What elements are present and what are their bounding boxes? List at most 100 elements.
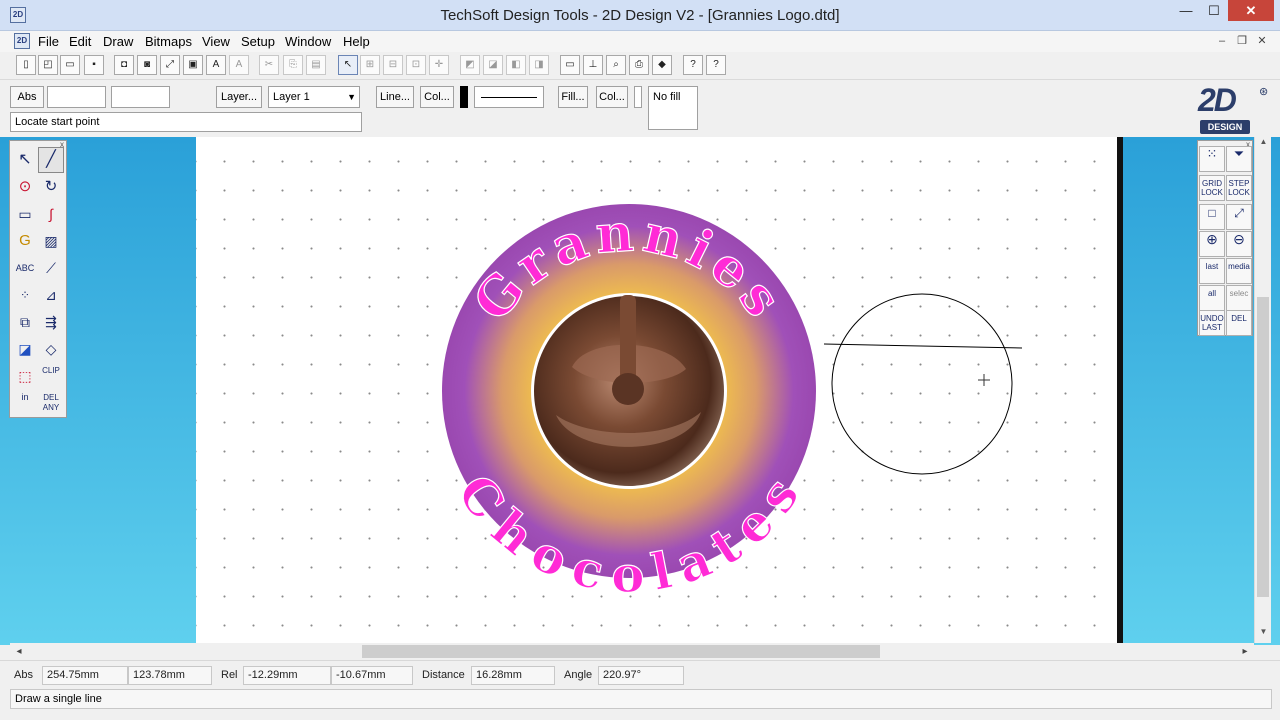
copy-transform-icon[interactable]: ⧉	[12, 309, 38, 335]
menu-bitmaps[interactable]: Bitmaps	[145, 34, 192, 49]
window-fit-icon[interactable]: ◘	[114, 55, 134, 75]
hatch-tool-icon[interactable]: ▨	[38, 228, 64, 254]
export-icon[interactable]: ◆	[652, 55, 672, 75]
scroll-down-icon[interactable]: ▼	[1255, 627, 1272, 641]
scroll-right-icon[interactable]: ▸	[1238, 643, 1252, 660]
document-restore-button[interactable]: ❐	[1233, 34, 1251, 50]
delete-any-button[interactable]: DEL ANY	[38, 390, 64, 416]
context-help-icon[interactable]: ?	[683, 55, 703, 75]
x-coordinate-input[interactable]	[47, 86, 106, 108]
line-colour-button[interactable]: Col...	[420, 86, 454, 108]
menu-setup[interactable]: Setup	[241, 34, 275, 49]
bring-front-icon[interactable]: ◩	[460, 55, 480, 75]
send-back-icon[interactable]: ◪	[483, 55, 503, 75]
drawn-line[interactable]	[823, 343, 1023, 349]
clip-tool-icon[interactable]: CLIP	[38, 363, 64, 389]
line-tool-icon[interactable]: ╱	[38, 147, 64, 173]
backward-icon[interactable]: ◨	[529, 55, 549, 75]
scale-icon[interactable]: ⤢	[160, 55, 180, 75]
open-folder-icon[interactable]: ▭	[60, 55, 80, 75]
last-view-button[interactable]: last	[1199, 258, 1225, 284]
group-icon[interactable]: ⊞	[360, 55, 380, 75]
paste-icon[interactable]: ▤	[306, 55, 326, 75]
print-icon[interactable]: ⎙	[629, 55, 649, 75]
help-icon[interactable]: ?	[706, 55, 726, 75]
fill-tool-icon[interactable]: ◪	[12, 336, 38, 362]
text-edit-icon[interactable]: A	[229, 55, 249, 75]
distribute-icon[interactable]: ✛	[429, 55, 449, 75]
line-type-select[interactable]	[474, 86, 544, 108]
menu-window[interactable]: Window	[285, 34, 331, 49]
copy-icon[interactable]: ⎘	[283, 55, 303, 75]
layer-button[interactable]: Layer...	[216, 86, 262, 108]
scroll-left-icon[interactable]: ◂	[12, 643, 26, 660]
offset-tool-icon[interactable]: G	[12, 228, 38, 254]
zoom-out-icon[interactable]: ⊖	[1226, 231, 1252, 257]
menu-file[interactable]: File	[38, 34, 59, 49]
view-extents-icon[interactable]: ▣	[183, 55, 203, 75]
maximize-button[interactable]: ☐	[1200, 0, 1228, 21]
polygon-tool-icon[interactable]: ⊿	[38, 282, 64, 308]
selection-button[interactable]: selec	[1226, 285, 1252, 311]
points-tool-icon[interactable]: ⁘	[12, 282, 38, 308]
horizontal-scroll-thumb[interactable]	[362, 645, 880, 658]
undo-last-button[interactable]: UNDO LAST	[1199, 310, 1225, 336]
rectangle-tool-icon[interactable]: ▭	[12, 201, 38, 227]
open-file-icon[interactable]: ◰	[38, 55, 58, 75]
view-all-icon[interactable]: □	[1199, 204, 1225, 230]
line-colour-swatch[interactable]	[460, 86, 468, 108]
grid-dots-icon[interactable]: ⁙	[1199, 146, 1225, 172]
select-mode-icon[interactable]: ↖	[338, 55, 358, 75]
delete-button[interactable]: DEL	[1226, 310, 1252, 336]
step-lock-button[interactable]: STEP LOCK	[1226, 175, 1252, 201]
fill-colour-button[interactable]: Col...	[596, 86, 628, 108]
axes-icon[interactable]: ⊥	[583, 55, 603, 75]
menu-help[interactable]: Help	[343, 34, 370, 49]
new-file-icon[interactable]: ▯	[16, 55, 36, 75]
fill-button[interactable]: Fill...	[558, 86, 588, 108]
eraser-tool-icon[interactable]: ◇	[38, 336, 64, 362]
vertical-scrollbar[interactable]: ▲ ▼	[1254, 137, 1271, 643]
array-tool-icon[interactable]: ⇶	[38, 309, 64, 335]
sheet-icon[interactable]: ▭	[560, 55, 580, 75]
zoom-in-icon[interactable]: ⊕	[1199, 231, 1225, 257]
measure-icon[interactable]: ⌕	[606, 55, 626, 75]
y-coordinate-input[interactable]	[111, 86, 170, 108]
brand-info-icon[interactable]: ⊛	[1259, 85, 1268, 98]
drawn-circle[interactable]	[831, 293, 1013, 475]
minimize-button[interactable]: —	[1172, 0, 1200, 21]
media-view-button[interactable]: media	[1226, 258, 1252, 284]
abs-toggle-button[interactable]: Abs	[10, 86, 44, 108]
select-all-button[interactable]: all	[1199, 285, 1225, 311]
document-icon[interactable]: 2D	[14, 33, 30, 49]
arc-tool-icon[interactable]: ↻	[38, 174, 64, 200]
horizontal-scrollbar[interactable]: ◂ ▸	[10, 643, 1254, 660]
select-arrow-icon[interactable]: ↖	[12, 147, 38, 173]
funnel-icon[interactable]: ⏷	[1226, 146, 1252, 172]
fill-pattern-box[interactable]: No fill	[648, 86, 698, 130]
layer-select[interactable]: Layer 1 ▼	[268, 86, 360, 108]
zoom-window-icon[interactable]: ⤢	[1226, 204, 1252, 230]
insert-tool-icon[interactable]: in	[12, 390, 38, 416]
window-zoom-icon[interactable]: ◙	[137, 55, 157, 75]
menu-view[interactable]: View	[202, 34, 230, 49]
scroll-up-icon[interactable]: ▲	[1255, 137, 1272, 151]
align-icon[interactable]: ⊡	[406, 55, 426, 75]
curve-tool-icon[interactable]: ∫	[38, 201, 64, 227]
text-tool-icon[interactable]: ABC	[12, 255, 38, 281]
save-icon[interactable]: ▪	[84, 55, 104, 75]
drawing-canvas[interactable]: Grannies Chocolates	[196, 137, 1117, 643]
cut-icon[interactable]: ✂	[259, 55, 279, 75]
line-style-button[interactable]: Line...	[376, 86, 414, 108]
forward-icon[interactable]: ◧	[506, 55, 526, 75]
dimension-tool-icon[interactable]: ⟋	[38, 255, 64, 281]
document-minimize-button[interactable]: –	[1213, 34, 1231, 50]
grid-lock-button[interactable]: GRID LOCK	[1199, 175, 1225, 201]
trim-tool-icon[interactable]: ⬚	[12, 363, 38, 389]
menu-draw[interactable]: Draw	[103, 34, 133, 49]
text-style-icon[interactable]: A	[206, 55, 226, 75]
document-close-button[interactable]: ✕	[1253, 34, 1271, 50]
fill-colour-swatch[interactable]	[634, 86, 642, 108]
ungroup-icon[interactable]: ⊟	[383, 55, 403, 75]
menu-edit[interactable]: Edit	[69, 34, 91, 49]
